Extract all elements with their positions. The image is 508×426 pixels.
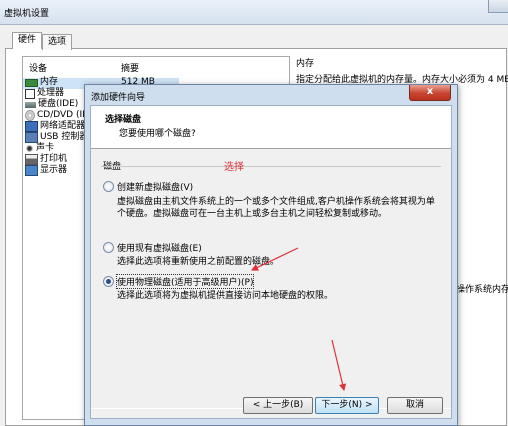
annotation-arrows	[250, 247, 347, 392]
arrow-to-physical-disk-option	[250, 247, 299, 271]
arrow-to-next-button	[331, 339, 347, 392]
tab-hardware[interactable]: 硬件	[12, 32, 43, 49]
